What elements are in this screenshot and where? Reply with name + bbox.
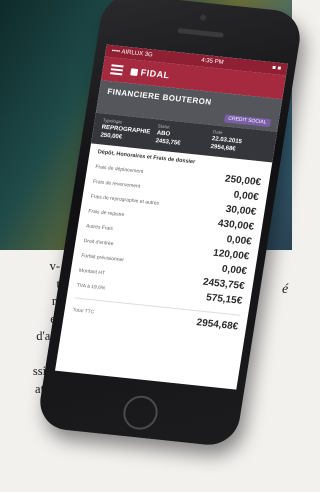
fee-label: Droit d'entrée (83, 238, 114, 248)
fee-amount: 120,00€ (212, 247, 251, 263)
article-line: r- (0, 293, 60, 311)
fee-amount: 30,00€ (224, 203, 258, 218)
brand-mark-icon (130, 67, 139, 76)
brand-name: FIDAL (139, 67, 171, 81)
total-row: Total TTC 2954,68€ (64, 303, 247, 333)
speaker-grille (177, 28, 224, 38)
fee-list: Frais de déplacement 250,00€ Frais de re… (68, 157, 270, 309)
clock-label: 4:35 PM (200, 57, 224, 66)
fee-amount: 430,00€ (217, 218, 255, 233)
hamburger-menu-icon[interactable] (110, 64, 124, 76)
phone-screen: •••• AIRLUX 3G 4:35 PM ■ ■ FIDAL FINANCI… (55, 44, 288, 390)
home-button[interactable] (120, 394, 161, 432)
fee-label: Autres Frais (85, 223, 114, 233)
fee-amount: 250,00€ (224, 173, 262, 189)
battery-icon: ■ ■ (271, 65, 282, 72)
brand-logo: FIDAL (130, 66, 170, 80)
total-amount: 2954,68€ (195, 317, 239, 333)
side-text-fragment: é (282, 282, 289, 297)
fee-amount: 0,00€ (232, 189, 260, 204)
status-badge: CREDIT SOCIAL (223, 114, 272, 128)
fee-label: Montant HT (78, 267, 106, 277)
fee-amount: 575,15€ (205, 292, 244, 307)
total-label: Total TTC (72, 306, 95, 315)
article-line: t (0, 276, 60, 294)
article-line: v- (49, 259, 60, 273)
fee-amount: 0,00€ (221, 263, 248, 278)
camera-icon (199, 14, 207, 21)
fee-label: TVA à 19,6% (76, 282, 106, 292)
fee-label: Frais de registre (87, 208, 125, 219)
fee-amount: 0,00€ (225, 234, 253, 248)
